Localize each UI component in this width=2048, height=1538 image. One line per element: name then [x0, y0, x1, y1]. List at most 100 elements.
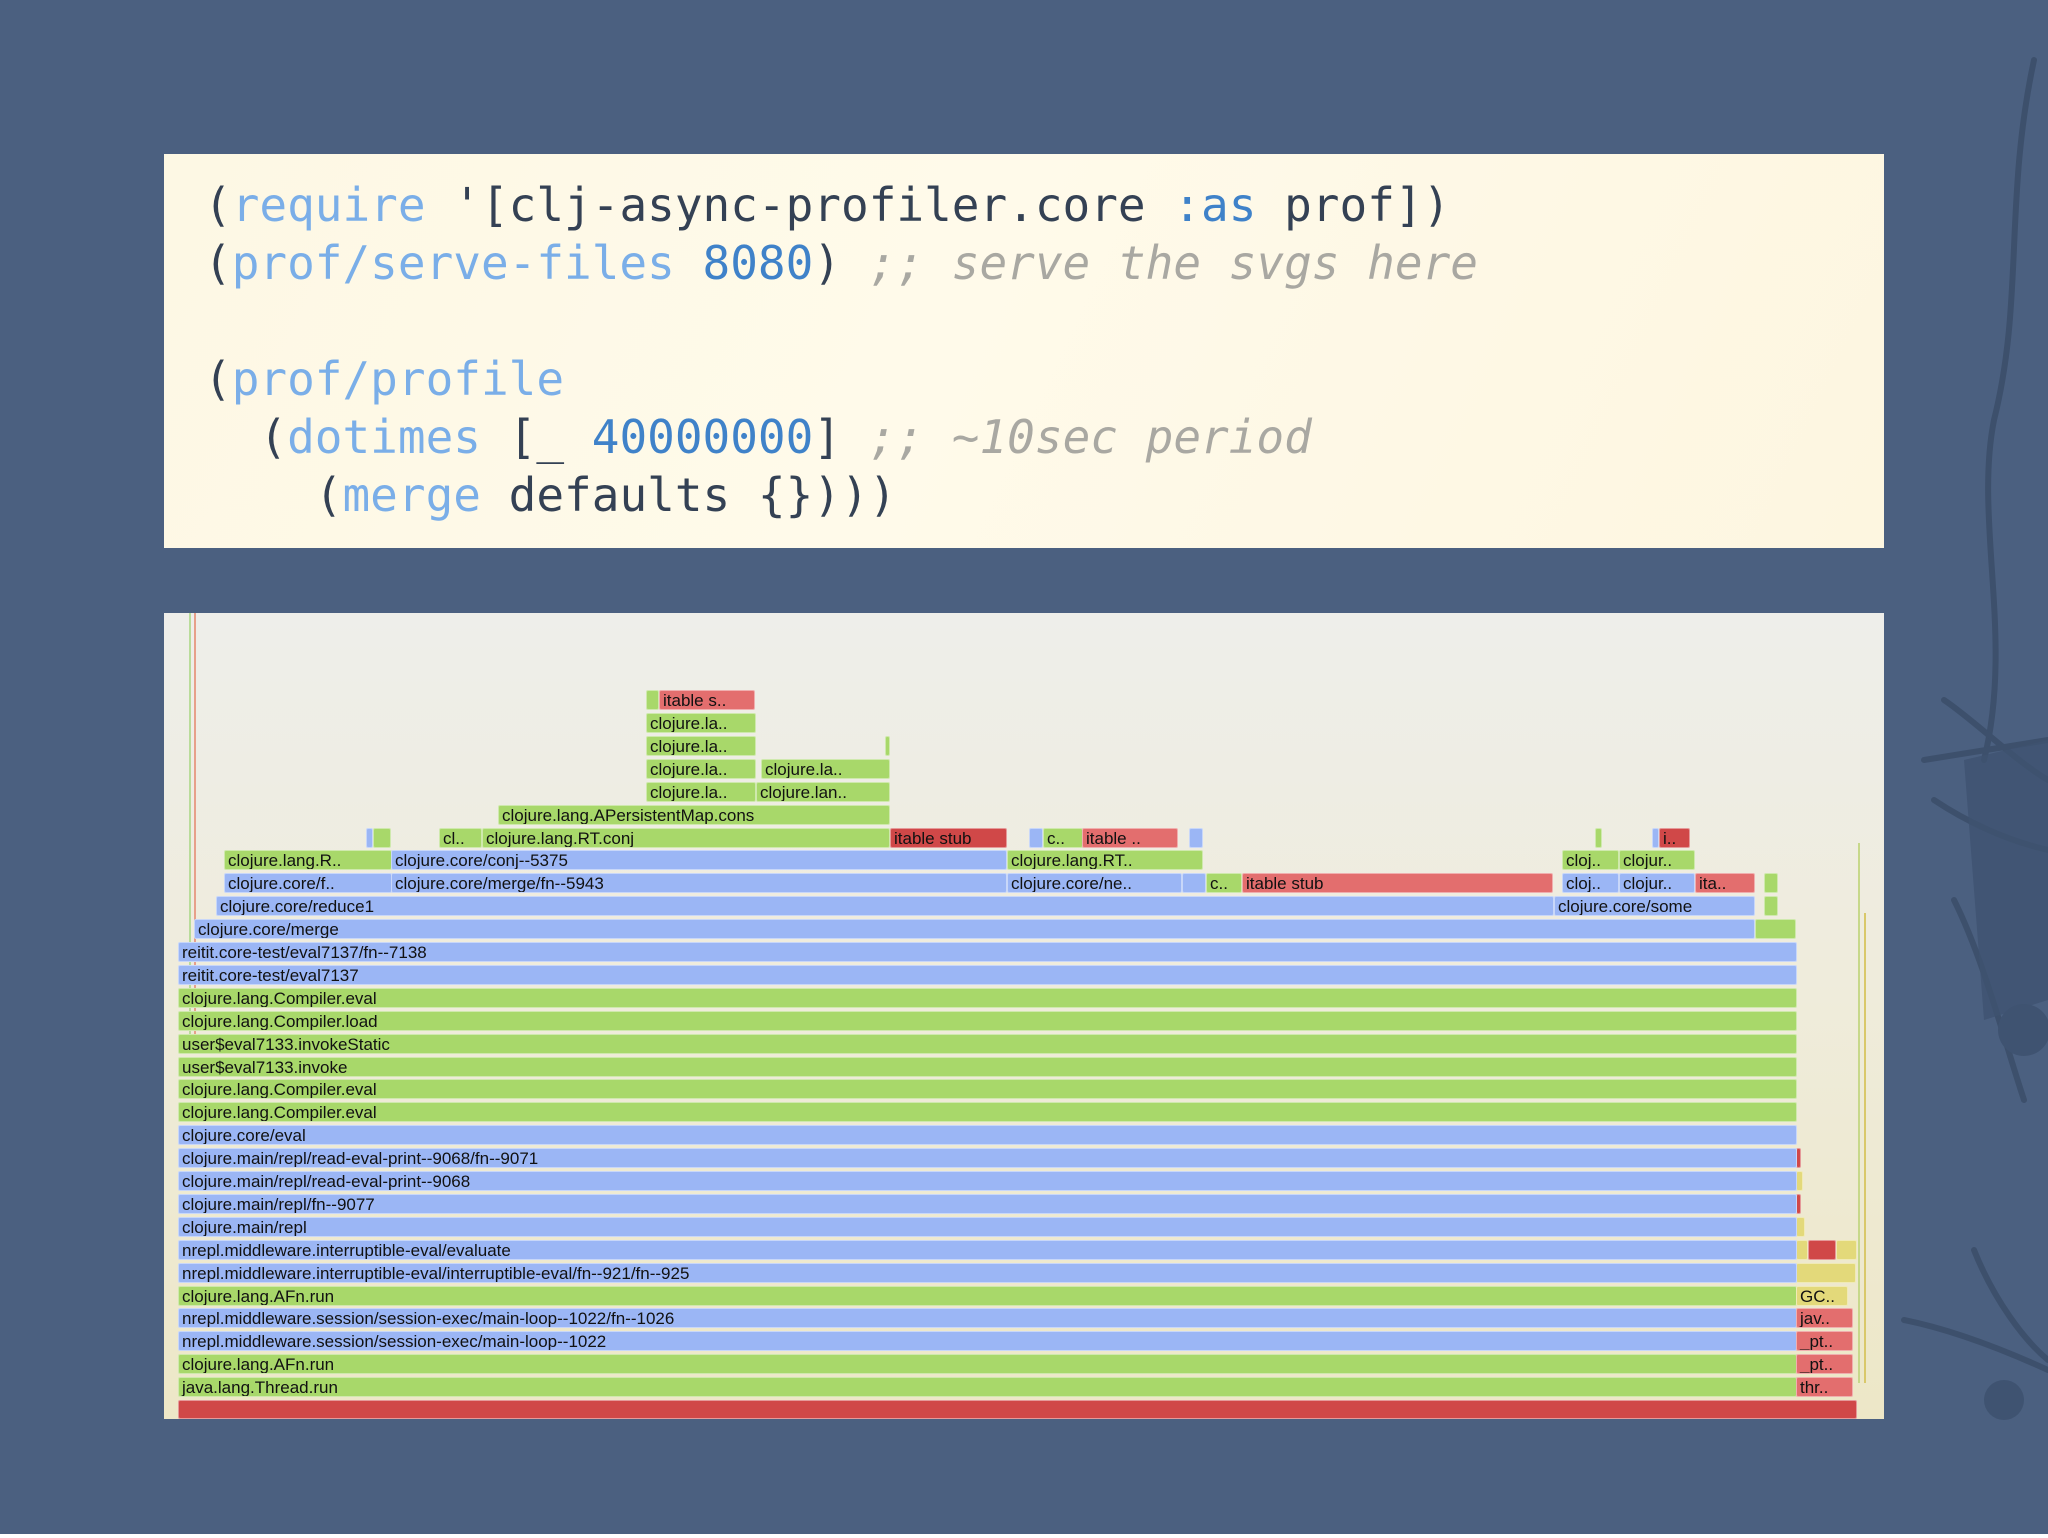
code-line: (prof/profile	[204, 350, 1884, 408]
code-token: prof])	[1256, 178, 1451, 232]
flame-frame[interactable]	[1755, 919, 1796, 939]
flame-frame[interactable]: java.lang.Thread.run	[178, 1377, 1797, 1397]
flame-frame[interactable]: clojure.lang.Compiler.eval	[178, 1102, 1797, 1122]
flame-frame[interactable]: clojure.core/reduce1	[216, 896, 1554, 916]
flame-frame[interactable]: clojure.main/repl	[178, 1217, 1797, 1237]
flame-frame[interactable]: clojure.core/conj--5375	[391, 850, 1007, 870]
flame-frame[interactable]: clojure.core/merge/fn--5943	[391, 873, 1007, 893]
flame-frame[interactable]: clojure.lang.Compiler.eval	[178, 1079, 1797, 1099]
flame-frame[interactable]	[1796, 1240, 1808, 1260]
flame-frame[interactable]: cl..	[439, 828, 482, 848]
flame-frame[interactable]	[1029, 828, 1043, 848]
code-token: '[clj-async-profiler.core	[425, 178, 1174, 232]
code-token: prof/profile	[231, 352, 565, 406]
flame-frame[interactable]: clojure.lang.APersistentMap.cons	[498, 805, 890, 825]
flame-frame[interactable]: clojure.lan..	[756, 782, 890, 802]
flame-frame[interactable]: nrepl.middleware.session/session-exec/ma…	[178, 1331, 1797, 1351]
flame-frame[interactable]	[646, 690, 659, 710]
flame-frame[interactable]: clojure.lang.AFn.run	[178, 1286, 1797, 1306]
flame-frame[interactable]	[1796, 1171, 1803, 1191]
flame-frame[interactable]: _pt..	[1796, 1354, 1853, 1374]
flame-frame[interactable]: nrepl.middleware.session/session-exec/ma…	[178, 1308, 1797, 1328]
flame-frame[interactable]: clojure.main/repl/read-eval-print--9068/…	[178, 1148, 1797, 1168]
flame-frame[interactable]	[1764, 896, 1778, 916]
code-token: )	[813, 236, 869, 290]
flame-frame[interactable]	[1652, 828, 1659, 848]
flame-frame[interactable]: clojure.lang.Compiler.eval	[178, 988, 1797, 1008]
flame-frame[interactable]: GC..	[1796, 1286, 1848, 1306]
code-token: :as	[1173, 178, 1257, 232]
flame-thin-frame	[1858, 843, 1860, 1383]
code-line: (require '[clj-async-profiler.core :as p…	[204, 176, 1884, 234]
code-line: (prof/serve-files 8080) ;; serve the svg…	[204, 234, 1884, 292]
code-token: (	[204, 410, 288, 464]
flame-frame[interactable]	[1796, 1217, 1805, 1237]
flame-graph: itable s.. clojure.la.. clojure.la.. clojur…	[164, 613, 1884, 1419]
flame-frame[interactable]	[1764, 873, 1778, 893]
code-token: (	[204, 236, 232, 290]
flame-frame[interactable]: reitit.core-test/eval7137/fn--7138	[178, 942, 1797, 962]
flame-frame[interactable]: clojure.lang.RT..	[1007, 850, 1203, 870]
flame-frame[interactable]: clojure.la..	[646, 759, 756, 779]
flame-frame[interactable]	[366, 828, 373, 848]
code-token: ;; ~10sec period	[868, 410, 1312, 464]
flame-frame[interactable]: i..	[1659, 828, 1690, 848]
flame-frame[interactable]: itable stub	[1242, 873, 1553, 893]
flame-frame[interactable]: clojur..	[1619, 850, 1695, 870]
flame-frame[interactable]	[1182, 873, 1206, 893]
flame-frame[interactable]	[1796, 1263, 1856, 1283]
code-token: 40000000	[591, 410, 814, 464]
flame-frame[interactable]: clojure.la..	[761, 759, 890, 779]
flame-frame[interactable]: reitit.core-test/eval7137	[178, 965, 1797, 985]
code-token: require	[231, 178, 426, 232]
flame-frame[interactable]: clojure.main/repl/read-eval-print--9068	[178, 1171, 1797, 1191]
bottom-edge	[0, 1534, 2048, 1538]
flame-frame[interactable]: thr..	[1796, 1377, 1853, 1397]
flame-frame[interactable]	[885, 736, 890, 756]
flame-frame[interactable]: clojure.core/some	[1554, 896, 1755, 916]
flame-frame[interactable]: ita..	[1695, 873, 1755, 893]
flame-frame[interactable]	[1836, 1240, 1857, 1260]
flame-frame[interactable]: clojure.lang.RT.conj	[482, 828, 890, 848]
flame-frame[interactable]	[178, 1400, 1857, 1419]
flame-frame[interactable]: clojure.la..	[646, 713, 756, 733]
flame-frame[interactable]	[1595, 828, 1602, 848]
flame-frame[interactable]: c..	[1206, 873, 1242, 893]
flame-frame[interactable]: clojure.core/ne..	[1007, 873, 1182, 893]
flame-frame[interactable]: user$eval7133.invokeStatic	[178, 1034, 1797, 1054]
flame-frame[interactable]	[1189, 828, 1203, 848]
flame-frame[interactable]: clojure.main/repl/fn--9077	[178, 1194, 1797, 1214]
flame-frame[interactable]: clojur..	[1619, 873, 1695, 893]
flame-frame[interactable]: cloj..	[1562, 873, 1619, 893]
background-sketch-illustration	[1901, 57, 2048, 1420]
flame-frame[interactable]: clojure.lang.Compiler.load	[178, 1011, 1797, 1031]
flame-frame[interactable]: clojure.lang.AFn.run	[178, 1354, 1797, 1374]
code-token: ]	[813, 410, 869, 464]
flame-thin-frame	[1864, 913, 1866, 1383]
code-token: merge	[342, 468, 481, 522]
flame-frame[interactable]: clojure.lang.R..	[224, 850, 392, 870]
flame-frame[interactable]: user$eval7133.invoke	[178, 1057, 1797, 1077]
flame-frame[interactable]: clojure.la..	[646, 782, 756, 802]
code-token: ;; serve the svgs here	[868, 236, 1478, 290]
flame-frame[interactable]: cloj..	[1562, 850, 1619, 870]
code-token: dotimes	[287, 410, 481, 464]
flame-frame[interactable]: c..	[1043, 828, 1083, 848]
flame-frame[interactable]: clojure.core/eval	[178, 1125, 1797, 1145]
flame-frame[interactable]: clojure.la..	[646, 736, 756, 756]
flame-frame[interactable]	[1808, 1240, 1836, 1260]
flame-frame[interactable]: _pt..	[1796, 1331, 1853, 1351]
flame-frame[interactable]: clojure.core/merge	[194, 919, 1755, 939]
flame-frame[interactable]: clojure.core/f..	[224, 873, 392, 893]
code-line: (dotimes [_ 40000000] ;; ~10sec period	[204, 408, 1884, 466]
flame-frame[interactable]: jav..	[1796, 1308, 1853, 1328]
flame-frame[interactable]: nrepl.middleware.interruptible-eval/eval…	[178, 1240, 1797, 1260]
code-token: defaults {})))	[480, 468, 897, 522]
flame-frame[interactable]: nrepl.middleware.interruptible-eval/inte…	[178, 1263, 1797, 1283]
flame-frame[interactable]: itable s..	[659, 690, 755, 710]
code-token: 8080	[702, 236, 814, 290]
flame-frame[interactable]: itable stub	[890, 828, 1007, 848]
flame-frame[interactable]	[373, 828, 391, 848]
flame-frame[interactable]: itable ..	[1082, 828, 1178, 848]
